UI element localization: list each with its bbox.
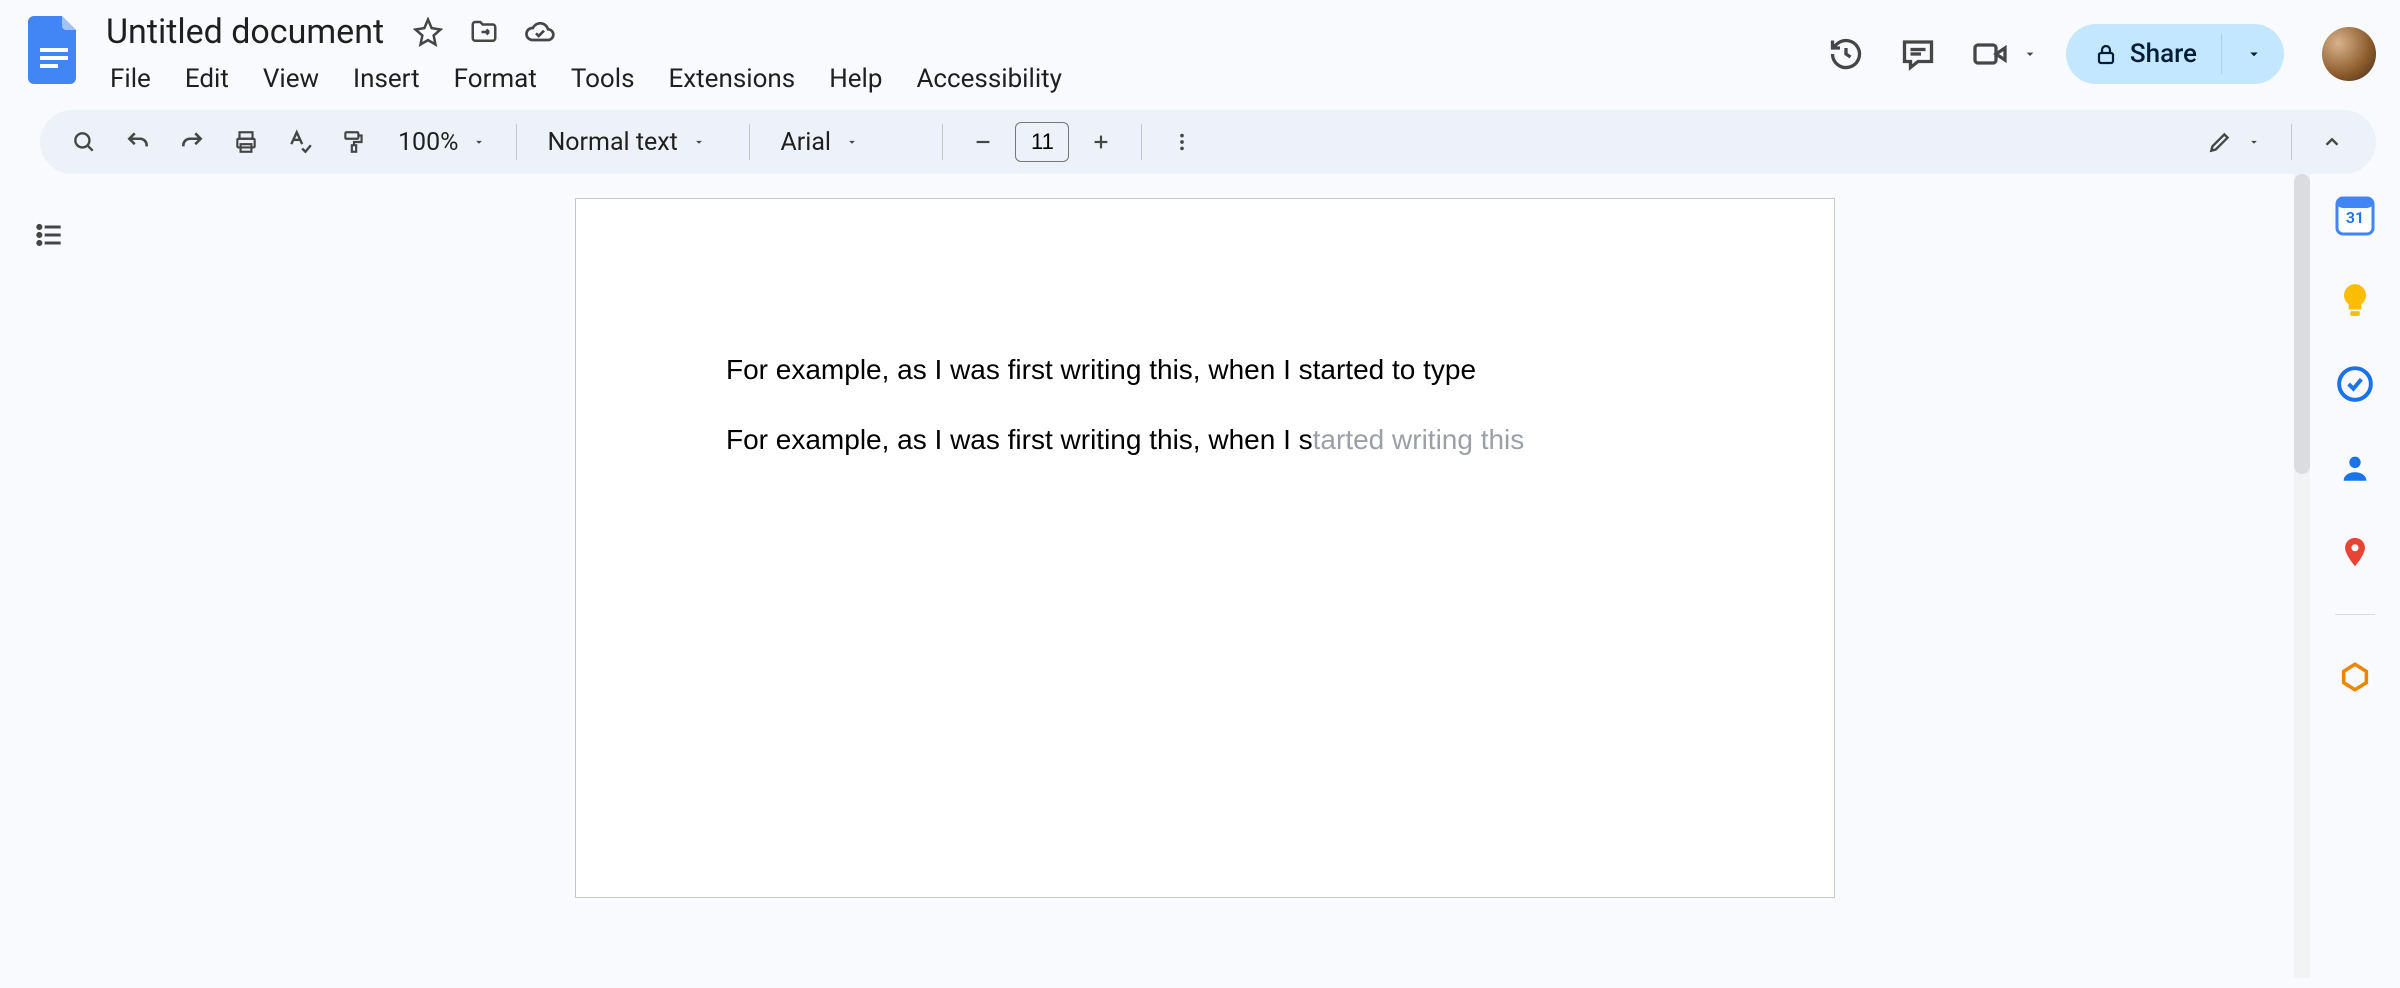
doc-line-2[interactable]: For example, as I was first writing this… [726,419,1684,461]
meet-button[interactable] [1968,32,2038,76]
account-avatar[interactable] [2322,27,2376,81]
toolbar: 100% Normal text Arial [40,110,2376,174]
menu-insert[interactable]: Insert [337,58,436,100]
menu-extensions[interactable]: Extensions [653,58,812,100]
font-size-group [959,118,1125,166]
menu-bar: File Edit View Insert Format Tools Exten… [94,58,1824,100]
document-title[interactable]: Untitled document [100,10,390,54]
zoom-value: 100% [398,128,458,157]
document-canvas[interactable]: For example, as I was first writing this… [100,174,2310,978]
history-icon[interactable] [1824,32,1868,76]
side-panel-separator [2335,614,2375,615]
share-divider [2221,34,2222,74]
font-value: Arial [780,128,831,157]
header-right: Share [1824,10,2376,84]
menu-file[interactable]: File [94,58,167,100]
share-dropdown[interactable] [2234,45,2274,63]
video-icon [1968,32,2012,76]
doc-line-2-suggestion: tarted writing this [1313,424,1525,455]
chevron-down-icon [692,135,706,149]
doc-line-2-typed: For example, as I was first writing this… [726,424,1313,455]
toolbar-row: 100% Normal text Arial [0,100,2400,174]
font-size-input[interactable] [1015,122,1069,162]
increase-font-icon[interactable] [1077,118,1125,166]
lock-icon [2094,42,2118,66]
tasks-app-icon[interactable] [2333,362,2377,406]
menu-format[interactable]: Format [438,58,553,100]
header-center: Untitled document File Edit View Insert … [94,10,1824,100]
share-label: Share [2130,39,2197,69]
paragraph-style-value: Normal text [547,128,677,157]
more-formatting-icon[interactable] [1158,118,1206,166]
share-button[interactable]: Share [2066,24,2284,84]
undo-icon[interactable] [114,118,162,166]
contacts-app-icon[interactable] [2333,446,2377,490]
spellcheck-icon[interactable] [276,118,324,166]
keep-app-icon[interactable] [2333,278,2377,322]
calendar-app-icon[interactable]: 31 [2333,194,2377,238]
decrease-font-icon[interactable] [959,118,1007,166]
paragraph-style-select[interactable]: Normal text [533,118,733,166]
scrollbar-thumb[interactable] [2294,174,2310,474]
paint-format-icon[interactable] [330,118,378,166]
font-select[interactable]: Arial [766,118,926,166]
vertical-scrollbar[interactable] [2294,174,2310,978]
editing-mode-select[interactable] [2193,118,2275,166]
search-icon[interactable] [60,118,108,166]
app-header: Untitled document File Edit View Insert … [0,0,2400,100]
redo-icon[interactable] [168,118,216,166]
side-panel: 31 [2310,174,2400,978]
toolbar-separator [516,124,517,160]
zoom-select[interactable]: 100% [384,118,500,166]
chevron-down-icon [2022,46,2038,62]
chevron-down-icon [472,135,486,149]
maps-app-icon[interactable] [2333,530,2377,574]
menu-edit[interactable]: Edit [169,58,245,100]
calendar-day-label: 31 [2346,208,2364,227]
cloud-saved-icon[interactable] [522,14,558,50]
collapse-toolbar-icon[interactable] [2308,118,2356,166]
toolbar-separator [1141,124,1142,160]
share-button-main: Share [2094,39,2197,69]
move-icon[interactable] [466,14,502,50]
chevron-down-icon [2247,135,2261,149]
menu-view[interactable]: View [247,58,335,100]
star-icon[interactable] [410,14,446,50]
toolbar-separator [942,124,943,160]
chevron-down-icon [2245,45,2263,63]
menu-help[interactable]: Help [813,58,898,100]
addons-app-icon[interactable] [2333,655,2377,699]
docs-logo[interactable] [24,10,84,90]
pencil-icon [2207,129,2233,155]
toolbar-separator [749,124,750,160]
menu-tools[interactable]: Tools [555,58,651,100]
comments-icon[interactable] [1896,32,1940,76]
chevron-down-icon [845,135,859,149]
title-row: Untitled document [94,10,1824,54]
print-icon[interactable] [222,118,270,166]
outline-icon[interactable] [29,214,71,256]
menu-accessibility[interactable]: Accessibility [900,58,1078,100]
left-rail [0,174,100,978]
toolbar-separator [2291,124,2292,160]
doc-line-1[interactable]: For example, as I was first writing this… [726,349,1684,391]
page[interactable]: For example, as I was first writing this… [575,198,1835,898]
main-area: For example, as I was first writing this… [0,174,2400,978]
